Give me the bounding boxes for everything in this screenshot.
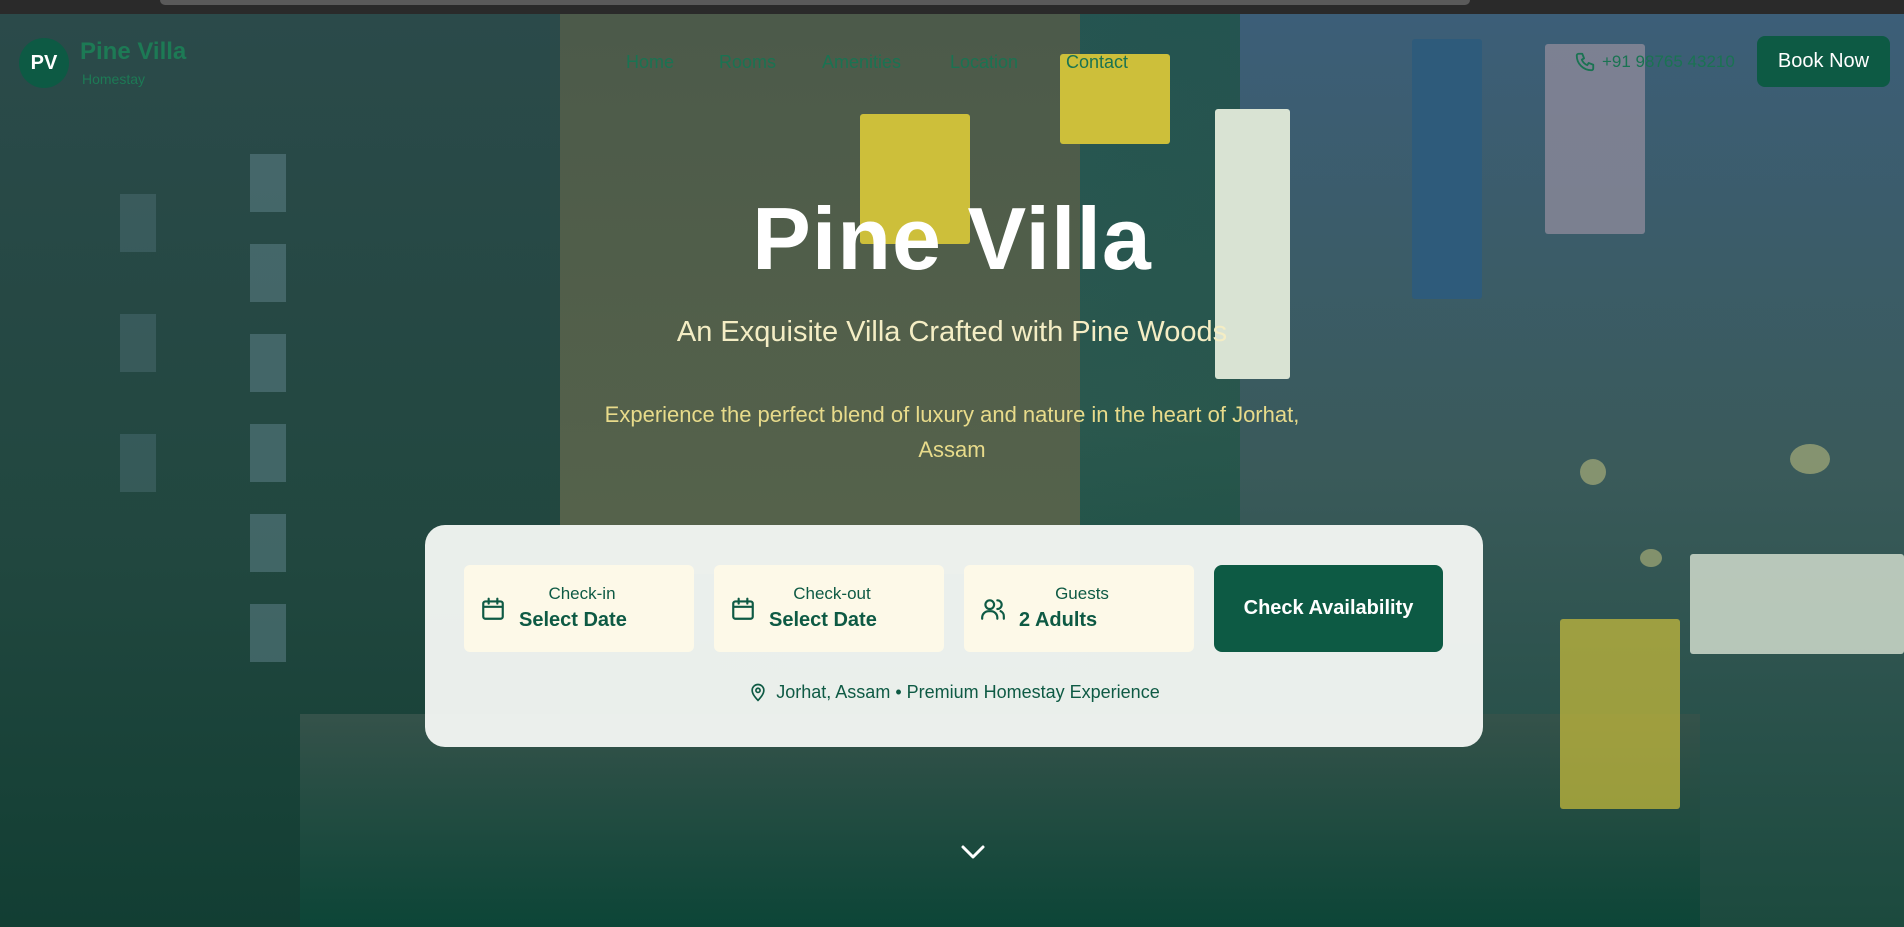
scenery-light xyxy=(1790,444,1830,474)
logo-badge[interactable]: PV xyxy=(19,38,69,88)
site-header: PV Pine Villa Homestay Home Rooms Amenit… xyxy=(0,14,1904,96)
location-note: Jorhat, Assam • Premium Homestay Experie… xyxy=(425,682,1483,703)
nav-link-location[interactable]: Location xyxy=(950,52,1018,73)
phone-icon xyxy=(1575,52,1595,72)
checkin-label: Check-in xyxy=(548,584,616,603)
guests-label: Guests xyxy=(1055,584,1109,603)
book-now-button[interactable]: Book Now xyxy=(1757,36,1890,87)
hero-tagline: Experience the perfect blend of luxury a… xyxy=(604,402,1300,462)
calendar-icon xyxy=(732,597,754,620)
location-note-text: Jorhat, Assam • Premium Homestay Experie… xyxy=(776,682,1160,702)
scenery-light xyxy=(1580,459,1606,485)
scenery-middle-buildings xyxy=(560,14,1080,574)
checkout-label: Check-out xyxy=(793,584,871,603)
hero-title: Pine Villa xyxy=(752,189,1152,288)
browser-top-strip xyxy=(0,0,1904,14)
guests-field[interactable]: Guests 2 Adults xyxy=(964,565,1194,652)
nav-link-contact[interactable]: Contact xyxy=(1066,52,1128,73)
logo-subtitle: Homestay xyxy=(82,71,146,87)
booking-card: Check-in Select Date Check-out Select Da… xyxy=(425,525,1483,747)
browser-tab-handle xyxy=(160,0,1470,5)
check-availability-button[interactable]: Check Availability xyxy=(1214,565,1443,652)
logo-title[interactable]: Pine Villa xyxy=(80,38,186,66)
guests-value: 2 Adults xyxy=(1019,609,1098,631)
checkout-value: Select Date xyxy=(769,609,877,631)
hero-background xyxy=(0,14,1904,927)
users-icon xyxy=(981,599,1005,620)
checkin-value: Select Date xyxy=(519,609,627,631)
map-pin-icon xyxy=(751,683,765,702)
calendar-icon xyxy=(482,597,504,620)
hero-subtitle: An Exquisite Villa Crafted with Pine Woo… xyxy=(676,316,1228,348)
scenery-sign xyxy=(1560,619,1680,809)
checkout-field[interactable]: Check-out Select Date xyxy=(714,565,944,652)
scenery-sign xyxy=(1690,554,1904,654)
chevron-down-icon[interactable] xyxy=(958,840,988,864)
checkin-field[interactable]: Check-in Select Date xyxy=(464,565,694,652)
nav-link-home[interactable]: Home xyxy=(626,52,674,73)
nav-link-rooms[interactable]: Rooms xyxy=(719,52,776,73)
phone-number[interactable]: +91 98765 43210 xyxy=(1602,52,1735,72)
scenery-light xyxy=(1640,549,1662,567)
nav-link-amenities[interactable]: Amenities xyxy=(822,52,901,73)
